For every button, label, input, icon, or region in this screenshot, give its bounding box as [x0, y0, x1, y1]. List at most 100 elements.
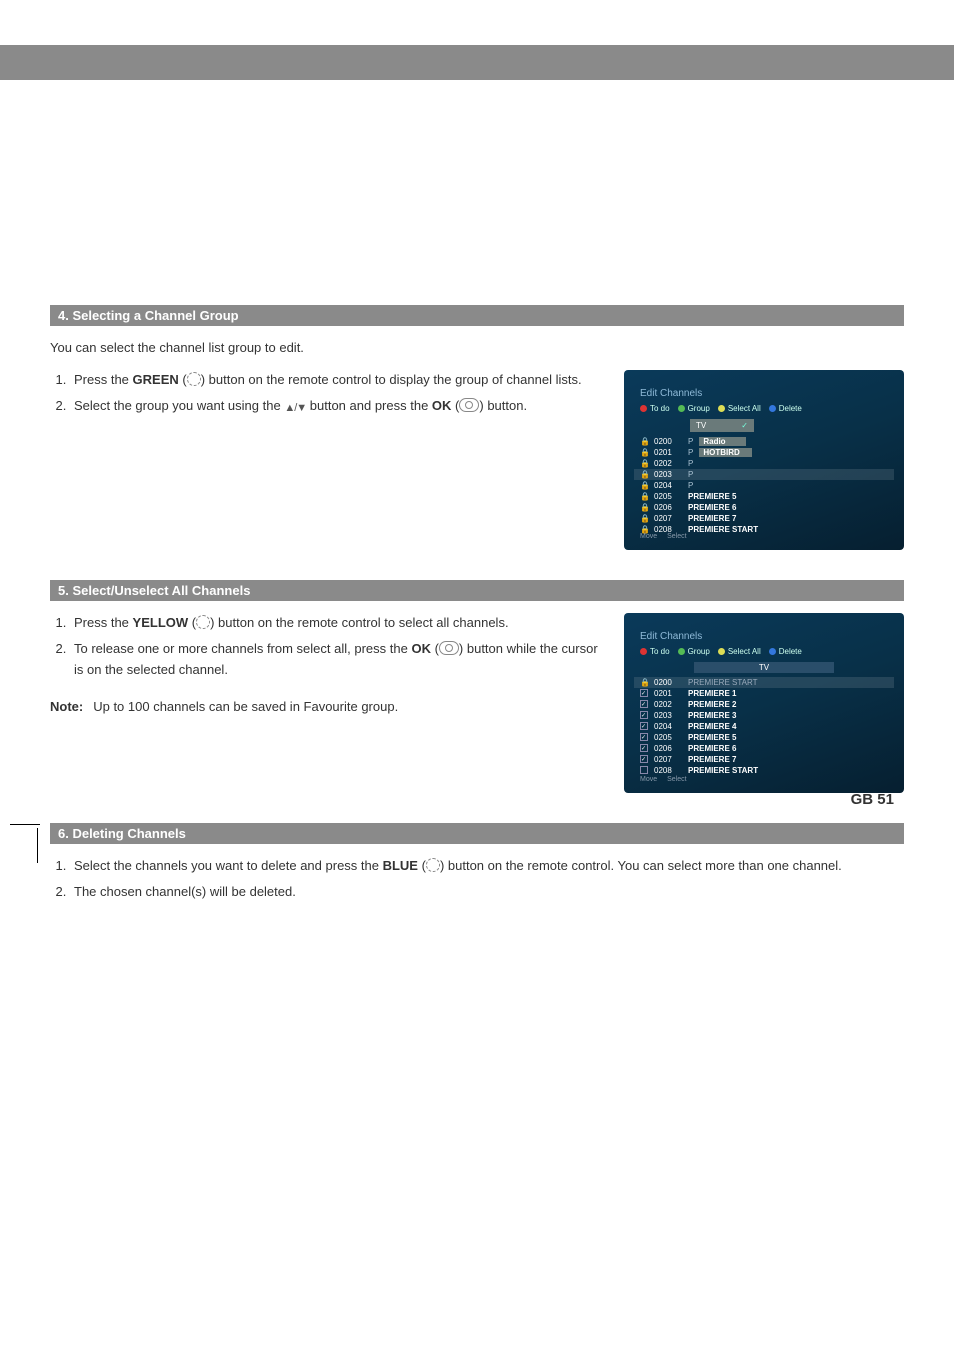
ss1-selectall-label: Select All — [728, 404, 761, 413]
table-row: 0202PREMIERE 2 — [634, 699, 894, 710]
row-num: 0201 — [654, 448, 682, 457]
green-dot-icon — [678, 405, 685, 412]
ss2-menu: To do Group Select All Delete — [634, 645, 894, 658]
page-number: GB 51 — [851, 791, 894, 808]
table-row: 🔒0204P — [634, 480, 894, 491]
checkbox-icon — [640, 711, 648, 719]
crop-mark-icon — [10, 824, 40, 825]
lock-icon: 🔒 — [640, 470, 648, 479]
section-4-intro: You can select the channel list group to… — [50, 338, 904, 358]
section-5-text: Press the YELLOW () button on the remote… — [50, 613, 604, 714]
row-num: 0201 — [654, 689, 682, 698]
s6-1-a: Select the channels you want to delete a… — [74, 858, 383, 873]
table-row: 🔒0202P — [634, 458, 894, 469]
row-name: HOTBIRD — [699, 448, 751, 457]
table-row: 0207PREMIERE 7 — [634, 754, 894, 765]
ok-icon — [439, 641, 459, 655]
row-name: PREMIERE 4 — [688, 722, 736, 731]
table-row: 0201 PREMIERE 1 — [634, 688, 894, 699]
row-name: PREMIERE START — [688, 525, 758, 534]
row-p: P — [688, 437, 693, 446]
section-4: 4. Selecting a Channel Group You can sel… — [30, 305, 924, 550]
section-5-note: Note: Up to 100 channels can be saved in… — [50, 699, 604, 714]
red-dot-icon — [640, 648, 647, 655]
row-num: 0206 — [654, 503, 682, 512]
row-num: 0200 — [654, 437, 682, 446]
row-num: 0207 — [654, 755, 682, 764]
table-row: 🔒 0203 P — [634, 469, 894, 480]
table-row: 0205PREMIERE 5 — [634, 732, 894, 743]
section-6-step-1: Select the channels you want to delete a… — [70, 856, 904, 877]
crop-mark-icon — [37, 828, 38, 863]
row-num: 0202 — [654, 700, 682, 709]
s6-1-c: button on the remote control. You can se… — [444, 858, 842, 873]
circle-icon — [426, 858, 440, 872]
row-p: P — [688, 470, 693, 479]
green-dot-icon — [678, 648, 685, 655]
ss1-menu-delete: Delete — [769, 404, 802, 413]
section-4-columns: Press the GREEN () button on the remote … — [50, 370, 904, 550]
checkbox-icon — [640, 722, 648, 730]
ss2-menu-delete: Delete — [769, 647, 802, 656]
s5-1-yellow: YELLOW — [133, 615, 189, 630]
row-name: PREMIERE 1 — [688, 689, 736, 698]
lock-icon: 🔒 — [640, 503, 648, 512]
ss1-menu: To do Group Select All Delete — [634, 402, 894, 415]
row-p: P — [688, 481, 693, 490]
s5-2-a: To release one or more channels from sel… — [74, 641, 411, 656]
ss1-menu-group: Group — [678, 404, 710, 413]
yellow-dot-icon — [718, 405, 725, 412]
checkbox-icon — [640, 700, 648, 708]
lock-icon: 🔒 — [640, 481, 648, 490]
ss1-delete-label: Delete — [779, 404, 802, 413]
row-p: P — [688, 459, 693, 468]
row-name: PREMIERE START — [688, 766, 758, 775]
ss2-menu-todo: To do — [640, 647, 670, 656]
table-row: 🔒0205PREMIERE 5 — [634, 491, 894, 502]
row-name: Radio — [699, 437, 745, 446]
section-6-steps: Select the channels you want to delete a… — [70, 856, 904, 904]
section-6-heading: 6. Deleting Channels — [50, 823, 904, 844]
s4-2-d: button. — [484, 398, 527, 413]
table-row: 0204 PREMIERE 4 — [634, 721, 894, 732]
section-5-step-2: To release one or more channels from sel… — [70, 639, 604, 681]
checkbox-icon — [640, 755, 648, 763]
table-row: 🔒0206PREMIERE 6 — [634, 502, 894, 513]
section-4-heading: 4. Selecting a Channel Group — [50, 305, 904, 326]
ok-icon — [459, 398, 479, 412]
ss1-group-label: Group — [688, 404, 710, 413]
row-name: PREMIERE 3 — [688, 711, 736, 720]
s6-1-blue: BLUE — [383, 858, 418, 873]
table-row: 0203PREMIERE 3 — [634, 710, 894, 721]
section-5: 5. Select/Unselect All Channels Press th… — [30, 580, 924, 793]
lock-icon: 🔒 — [640, 678, 648, 687]
ss2-select: Select — [667, 776, 686, 783]
checkbox-icon — [640, 766, 648, 774]
ss2-menu-group: Group — [678, 647, 710, 656]
ss2-delete-label: Delete — [779, 647, 802, 656]
table-row: 🔒0207PREMIERE 7 — [634, 513, 894, 524]
row-name: PREMIERE 7 — [688, 514, 736, 523]
section-4-steps: Press the GREEN () button on the remote … — [70, 370, 604, 418]
page-root: 4. Selecting a Channel Group You can sel… — [0, 0, 954, 903]
table-row: 🔒0200PREMIERE START — [634, 677, 894, 688]
ss1-menu-selectall: Select All — [718, 404, 761, 413]
row-num: 0204 — [654, 722, 682, 731]
section-4-step-2: Select the group you want using the ▲/▼ … — [70, 396, 604, 418]
row-num: 0203 — [654, 470, 682, 479]
ss1-select: Select — [667, 533, 686, 540]
ss2-title: Edit Channels — [634, 631, 894, 642]
lock-icon: 🔒 — [640, 492, 648, 501]
ss1-menu-todo: To do — [640, 404, 670, 413]
row-num: 0208 — [654, 766, 682, 775]
updown-icon: ▲/▼ — [284, 400, 306, 418]
ss2-move: Move — [640, 776, 657, 783]
ss2-todo-label: To do — [650, 647, 670, 656]
ss2-tab: TV — [694, 662, 834, 673]
section-5-steps: Press the YELLOW () button on the remote… — [70, 613, 604, 681]
blue-dot-icon — [769, 405, 776, 412]
lock-icon: 🔒 — [640, 437, 648, 446]
checkbox-icon — [640, 744, 648, 752]
row-num: 0207 — [654, 514, 682, 523]
section-6: 6. Deleting Channels Select the channels… — [30, 823, 924, 904]
